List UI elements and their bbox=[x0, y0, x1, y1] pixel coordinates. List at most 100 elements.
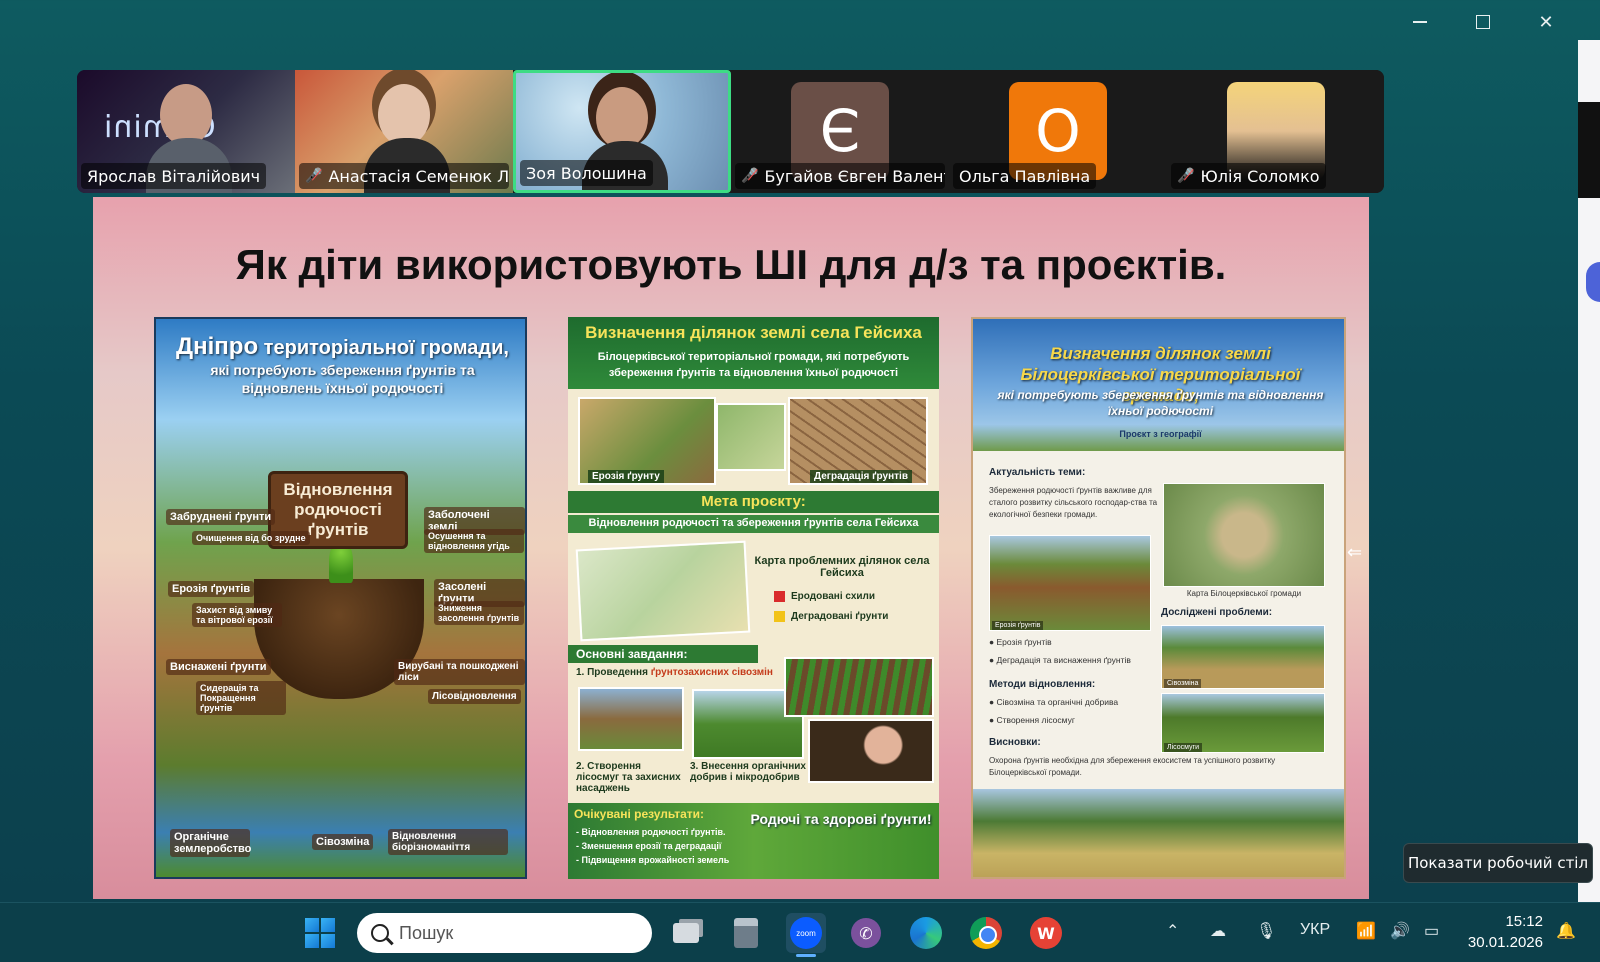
problem-item: ● Деградація та виснаження ґрунтів bbox=[989, 655, 1131, 665]
result-item: - Підвищення врожайності земель bbox=[576, 855, 730, 865]
poster1-label: Лісовідновлення bbox=[428, 689, 521, 704]
poster2-slogan: Родючі та здорові ґрунти! bbox=[750, 811, 932, 827]
problem-item: ● Ерозія ґрунтів bbox=[989, 637, 1052, 647]
task-view-button[interactable] bbox=[666, 913, 706, 953]
viber-icon: ✆ bbox=[851, 918, 881, 948]
background-window-button bbox=[1586, 262, 1600, 302]
erosion-image: Ерозія ґрунтів bbox=[989, 535, 1151, 631]
poster2-title: Визначення ділянок землі села Гейсиха bbox=[585, 323, 922, 342]
image-caption: Ерозія ґрунтів bbox=[992, 621, 1044, 630]
taskbar-search[interactable]: Пошук bbox=[357, 913, 652, 953]
notifications-icon[interactable]: 🔔 bbox=[1556, 921, 1576, 941]
map-legend: Карта проблемних ділянок села Гейсиха Ер… bbox=[754, 555, 930, 633]
mic-muted-icon: 🎤̸ bbox=[1177, 168, 1195, 184]
participant-tile[interactable]: Є 🎤̸Бугайов Євген Валент... bbox=[731, 70, 949, 193]
poster1-label: Сидерація та Покращення ґрунтів bbox=[196, 681, 286, 715]
close-button[interactable]: ✕ bbox=[1521, 6, 1571, 38]
forest-belt-image: Лісосмуги bbox=[1161, 693, 1325, 753]
resize-cursor-icon: ⇐ bbox=[1347, 542, 1363, 563]
participant-tile[interactable]: О Ольга Павлівна bbox=[949, 70, 1167, 193]
zoom-app[interactable]: zoom bbox=[786, 913, 826, 957]
poster1-label: Забруднені ґрунти bbox=[166, 509, 276, 525]
community-map bbox=[1163, 483, 1325, 587]
wps-icon: W bbox=[1030, 917, 1062, 949]
participant-name: Ярослав Віталійович bbox=[87, 166, 261, 186]
poster1-label: Очищення від бо зрудне bbox=[192, 531, 310, 545]
zoom-icon: zoom bbox=[790, 917, 822, 949]
participant-name-tag: 🎤̸ Юлія Соломко bbox=[1171, 163, 1326, 189]
background-window-panel bbox=[1578, 102, 1600, 198]
poster-bila-tserkva: Визначення ділянок землі Білоцерківської… bbox=[971, 317, 1346, 879]
volume-icon[interactable]: 🔊 bbox=[1390, 921, 1410, 941]
map-caption: Карта Білоцерківської громади bbox=[1186, 589, 1302, 598]
taskbar: Пошук zoom ✆ W ⌃ ☁ 🎙 УКР 📶 🔊 ▭ 15:12 30.… bbox=[0, 902, 1600, 962]
battery-icon[interactable]: ▭ bbox=[1424, 921, 1439, 941]
chrome-icon bbox=[970, 917, 1002, 949]
results-band: Очікувані результати: - Відновлення родю… bbox=[568, 803, 939, 879]
legend-item: Деградовані ґрунти bbox=[774, 611, 888, 622]
method-item: ● Створення лісосмуг bbox=[989, 715, 1075, 725]
participant-tile-active-speaker[interactable]: Зоя Волошина bbox=[513, 70, 731, 193]
participant-name: Бугайов Євген Валент... bbox=[764, 166, 945, 186]
maximize-button[interactable] bbox=[1458, 6, 1508, 38]
participant-tile[interactable]: 🎤̸ Юлія Соломко bbox=[1167, 70, 1384, 193]
conclusions-text: Охорона ґрунтів необхідна для збереження… bbox=[989, 756, 1276, 777]
erosion-photo: Ерозія ґрунту bbox=[578, 397, 716, 485]
search-placeholder: Пошук bbox=[399, 922, 454, 943]
photo-caption: Деградація ґрунтів bbox=[810, 470, 912, 483]
mic-muted-icon: 🎤̸ bbox=[305, 168, 323, 184]
crop-photo bbox=[784, 657, 934, 717]
poster1-label: Сівозміна bbox=[312, 834, 374, 850]
edge-app[interactable] bbox=[906, 913, 946, 953]
start-button[interactable] bbox=[300, 913, 340, 953]
legend-swatch bbox=[774, 611, 785, 622]
task-item: 3. Внесення органічних добрив і мікродоб… bbox=[690, 761, 806, 783]
poster-heisykha: Визначення ділянок землі села Гейсиха Бі… bbox=[568, 317, 939, 879]
participant-name-tag: 🎤̸ Бугайов Євген Валент... bbox=[735, 163, 945, 189]
calculator-app[interactable] bbox=[726, 913, 766, 953]
landscape-image bbox=[973, 789, 1344, 877]
result-item: - Зменшення ерозії та деградації bbox=[576, 841, 722, 851]
language-indicator[interactable]: УКР bbox=[1300, 921, 1330, 939]
methods-title: Методи відновлення: bbox=[989, 679, 1096, 690]
problems-title: Досліджені проблеми: bbox=[1161, 607, 1273, 618]
wifi-icon[interactable]: 📶 bbox=[1356, 921, 1376, 941]
show-hidden-icons-button[interactable]: ⌃ bbox=[1166, 921, 1179, 941]
clock-time: 15:12 bbox=[1505, 913, 1543, 930]
participant-tile[interactable]: Gemini Ярослав Віталійович bbox=[77, 70, 295, 193]
image-caption: Лісосмуги bbox=[1164, 743, 1202, 752]
participant-name: Юлія Соломко bbox=[1200, 166, 1320, 186]
poster3-project: Проєкт з географії bbox=[1119, 429, 1202, 439]
crop-rotation-image: Сівозміна bbox=[1161, 625, 1325, 689]
participant-name-tag: Ярослав Віталійович bbox=[81, 163, 267, 189]
show-desktop-tooltip: Показати робочий стіл bbox=[1403, 843, 1593, 883]
poster1-title: Дніпро територіальної громади, bbox=[176, 333, 509, 360]
soil-hand-photo bbox=[808, 719, 934, 783]
participant-tile[interactable]: 🎤̸ Анастасія Семенюк Л... bbox=[295, 70, 513, 193]
poster1-label: Органічне землеробство bbox=[170, 829, 251, 857]
legend-swatch bbox=[774, 591, 785, 602]
viber-app[interactable]: ✆ bbox=[846, 913, 886, 953]
task-view-icon bbox=[673, 923, 699, 943]
cloud-off-icon[interactable]: ☁ bbox=[1210, 921, 1226, 941]
relevance-title: Актуальність теми: bbox=[989, 467, 1086, 478]
task-item: 2. Створення лісосмуг та захисних насадж… bbox=[576, 761, 681, 794]
relevance-text: Збереження родючості ґрунтів важливе для… bbox=[989, 486, 1158, 519]
results-title: Очікувані результати: bbox=[574, 807, 705, 821]
microphone-icon[interactable]: 🎙 bbox=[1256, 921, 1276, 941]
poster1-label: Виснажені ґрунти bbox=[166, 659, 271, 675]
minimize-button[interactable] bbox=[1395, 6, 1445, 38]
participant-name-tag: Ольга Павлівна bbox=[953, 163, 1097, 189]
poster1-label: Вирубані та пошкоджені ліси bbox=[394, 659, 525, 685]
calculator-icon bbox=[734, 918, 758, 948]
participant-name: Анастасія Семенюк Л... bbox=[328, 166, 509, 186]
conclusions-title: Висновки: bbox=[989, 737, 1041, 748]
wps-office-app[interactable]: W bbox=[1026, 913, 1066, 953]
field-photo bbox=[716, 403, 786, 471]
poster1-label: Ерозія ґрунтів bbox=[168, 581, 255, 597]
clock[interactable]: 15:12 30.01.2026 bbox=[1463, 911, 1543, 953]
poster1-label: Захист від змиву та вітрової ерозії bbox=[192, 603, 282, 627]
chrome-app[interactable] bbox=[966, 913, 1006, 953]
search-icon bbox=[371, 924, 389, 942]
participant-name-tag: 🎤̸ Анастасія Семенюк Л... bbox=[299, 163, 509, 189]
